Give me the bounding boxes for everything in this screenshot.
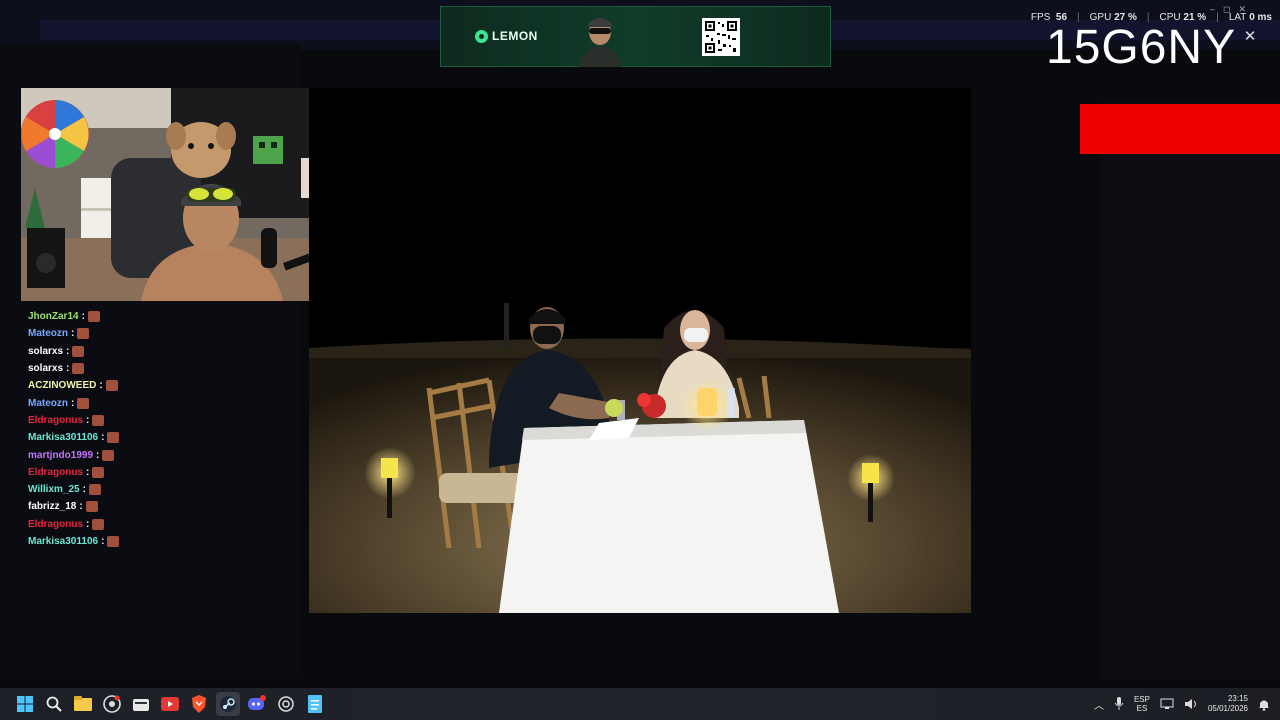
clock-time: 23:15 (1227, 694, 1248, 703)
chat-separator: : (86, 414, 90, 426)
chat-emote-icon (77, 328, 90, 340)
chat-message: Eldragonus: (28, 516, 288, 533)
chat-username[interactable]: fabrizz_18 (28, 501, 76, 512)
chat-emote-icon (87, 311, 100, 323)
chat-separator: : (101, 536, 105, 547)
notification-bell-icon[interactable] (1258, 698, 1270, 711)
chat-emote-icon (72, 363, 85, 375)
system-tray: ︿ ESP ES 23:15 05/01/2026 (1094, 688, 1270, 720)
chat-separator: : (79, 501, 83, 513)
video-scene-image (309, 88, 971, 613)
taskbar: ︿ ESP ES 23:15 05/01/2026 (0, 688, 1280, 720)
chat-username[interactable]: solarxs (28, 346, 63, 357)
chat-emote-icon (88, 484, 101, 496)
brave-icon[interactable] (187, 692, 211, 716)
chat-username[interactable]: Markisa301106 (28, 536, 98, 547)
chrome-like-icon[interactable] (100, 692, 124, 716)
chat-username[interactable]: Markisa301106 (28, 432, 98, 443)
chat-separator: : (71, 328, 75, 340)
banner-person-image (578, 18, 622, 67)
clock-date: 05/01/2026 (1207, 704, 1248, 713)
chat-message: Markisa301106: (28, 533, 288, 550)
network-icon[interactable] (1160, 698, 1174, 710)
background-right-panel (1100, 100, 1280, 680)
chat-separator: : (96, 449, 100, 461)
chat-separator: : (101, 432, 105, 444)
chat-emote-icon (92, 518, 105, 530)
chat-emote-icon (107, 432, 120, 444)
chat-emote-icon (92, 466, 105, 478)
chat-username[interactable]: Willixm_25 (28, 484, 80, 495)
discord-icon[interactable] (245, 692, 269, 716)
chat-message: ACZINOWEED: (28, 377, 288, 394)
chat-message: fabrizz_18: (28, 498, 288, 515)
chat-emote-icon (72, 345, 85, 357)
chat-username[interactable]: solarxs (28, 363, 63, 374)
chat-username[interactable]: Mateozn (28, 398, 68, 409)
chat-emote-icon (107, 536, 120, 547)
chat-emote-icon (102, 449, 115, 461)
region-code: ES (1136, 704, 1148, 713)
chat-emote-icon (105, 380, 118, 392)
chat-separator: : (82, 484, 86, 496)
windows-start-icon[interactable] (13, 692, 37, 716)
overlay-code: 15G6NY (1046, 21, 1237, 74)
chat-username[interactable]: Eldragonus (28, 519, 83, 530)
lemon-logo-text: LEMON (492, 29, 538, 43)
main-video[interactable] (309, 88, 971, 613)
chat-username[interactable]: martjndo1999 (28, 450, 93, 461)
language-code: ESP (1133, 695, 1150, 704)
chat-username[interactable]: ACZINOWEED (28, 380, 96, 391)
clock[interactable]: 23:15 05/01/2026 (1208, 694, 1248, 714)
chat-username[interactable]: Eldragonus (28, 415, 83, 426)
chat-message: solarxs: (28, 343, 288, 360)
notepad-icon[interactable] (303, 692, 327, 716)
chat-message: Eldragonus: (28, 464, 288, 481)
chat-emote-icon (77, 397, 90, 409)
chat-separator: : (81, 311, 85, 323)
chevron-up-icon[interactable]: ︿ (1094, 697, 1104, 712)
app-circle-icon[interactable] (274, 692, 298, 716)
file-explorer-icon[interactable] (71, 692, 95, 716)
qr-code-image[interactable] (702, 18, 740, 56)
chat-message: Mateozn: (28, 325, 288, 342)
close-icon[interactable]: ✕ (1241, 28, 1259, 46)
chat-username[interactable]: Mateozn (28, 328, 68, 339)
app-red-icon[interactable] (158, 692, 182, 716)
red-overlay-box (1080, 104, 1280, 154)
chat-separator: : (66, 363, 70, 375)
chat-username[interactable]: Eldragonus (28, 467, 83, 478)
chat-message: Mateozn: (28, 394, 288, 411)
chat-message: Willixm_25: (28, 481, 288, 498)
chat-separator: : (71, 397, 75, 409)
microphone-icon[interactable] (1114, 697, 1124, 711)
chat-emote-icon (85, 501, 98, 513)
volume-icon[interactable] (1184, 698, 1198, 710)
steam-icon[interactable] (216, 692, 240, 716)
lemon-logo: LEMON (475, 29, 538, 43)
search-icon[interactable] (42, 692, 66, 716)
chat-emote-icon (92, 414, 105, 426)
chat-message: JhonZar14: (28, 308, 288, 325)
sponsor-banner[interactable]: LEMON (440, 6, 831, 67)
chat-username[interactable]: JhonZar14 (28, 311, 79, 322)
chat-panel: JhonZar14: Mateozn: solarxs: solarxs: ACZINO… (28, 308, 288, 550)
language-indicator[interactable]: ESP ES (1134, 695, 1150, 713)
store-icon[interactable] (129, 692, 153, 716)
chat-message: solarxs: (28, 360, 288, 377)
chat-separator: : (66, 345, 70, 357)
chat-message: Markisa301106: (28, 429, 288, 446)
chat-message: martjndo1999: (28, 446, 288, 463)
chat-separator: : (86, 518, 90, 530)
chat-separator: : (99, 380, 103, 392)
lemon-logo-icon (475, 29, 488, 43)
chat-message: Eldragonus: (28, 412, 288, 429)
chat-separator: : (86, 466, 90, 478)
